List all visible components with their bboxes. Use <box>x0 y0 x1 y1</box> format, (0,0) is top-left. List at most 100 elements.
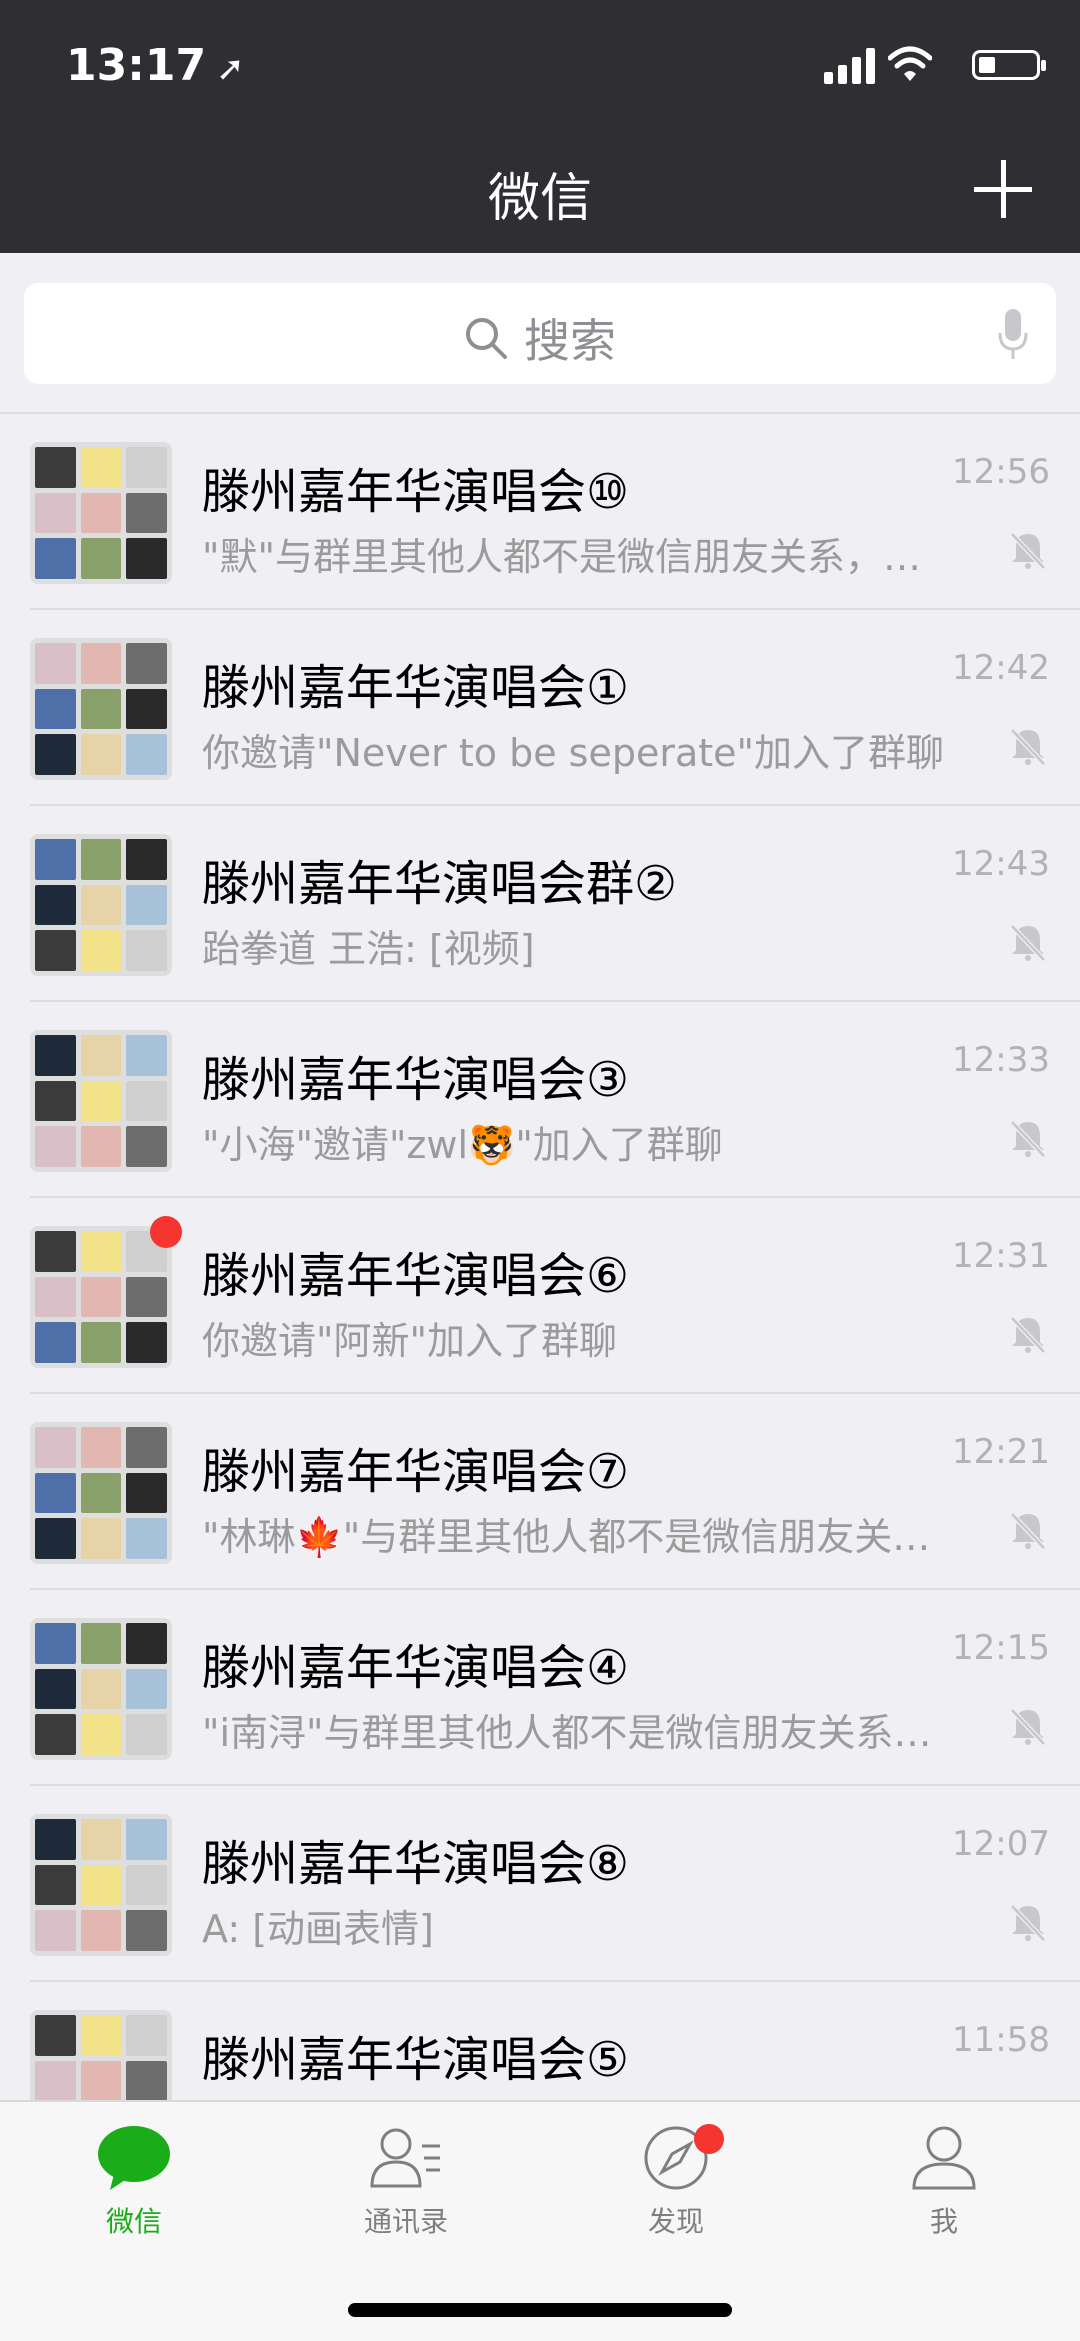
muted-bell-icon <box>1010 1512 1046 1550</box>
microphone-icon[interactable] <box>998 309 1028 361</box>
avatar-tile <box>80 1276 122 1318</box>
profile-icon <box>912 2126 976 2190</box>
tab-contacts[interactable]: 通讯录 <box>316 2124 496 2240</box>
avatar-tile <box>80 1864 122 1906</box>
chat-row[interactable]: 滕州嘉年华演唱会④ "i南浔"与群里其他人都不是微信朋友关系，请注意隐私安全 12:… <box>0 1590 1080 1786</box>
avatar-tile <box>80 1231 122 1272</box>
avatar-tile <box>126 839 167 880</box>
chat-name: 滕州嘉年华演唱会① <box>202 660 630 716</box>
avatar-tile <box>35 1231 76 1272</box>
avatar-tile <box>126 492 167 534</box>
home-indicator <box>348 2303 732 2317</box>
avatar-tile <box>35 2015 76 2056</box>
avatar-tile <box>35 538 76 579</box>
avatar-tile <box>35 1126 76 1167</box>
avatar-tile <box>35 1668 76 1710</box>
chat-name: 滕州嘉年华演唱会④ <box>202 1640 630 1696</box>
avatar-tile <box>126 1910 167 1951</box>
chat-name: 滕州嘉年华演唱会⑤ <box>202 2032 630 2088</box>
avatar-tile <box>80 2015 122 2056</box>
chat-last-message: 你邀请"阿新"加入了群聊 <box>202 1319 617 1363</box>
avatar-tile <box>80 643 122 684</box>
chat-last-message: A: [动画表情] <box>202 1907 434 1951</box>
avatar-tile <box>35 643 76 684</box>
chat-row[interactable]: 滕州嘉年华演唱会③ "小海"邀请"zwl🐯"加入了群聊 12:33 <box>0 1002 1080 1198</box>
avatar-tile <box>35 1472 76 1514</box>
chat-last-message: "林琳🍁"与群里其他人都不是微信朋友关系，请注意隐私安全 <box>202 1515 952 1559</box>
chat-name: 滕州嘉年华演唱会⑥ <box>202 1248 630 1304</box>
avatar-tile <box>35 1322 76 1363</box>
avatar-tile <box>80 1035 122 1076</box>
avatar-tile <box>35 1276 76 1318</box>
chat-time: 12:21 <box>952 1432 1050 1472</box>
avatar-tile <box>80 2060 122 2102</box>
chat-name: 滕州嘉年华演唱会⑧ <box>202 1836 630 1892</box>
avatar-tile <box>126 1864 167 1906</box>
avatar-tile <box>126 1518 167 1559</box>
status-time-text: 13:17 <box>66 40 207 91</box>
avatar-tile <box>126 447 167 488</box>
avatar-tile <box>80 1126 122 1167</box>
muted-bell-icon <box>1010 1904 1046 1942</box>
avatar-tile <box>126 2015 167 2056</box>
avatar-tile <box>80 492 122 534</box>
tab-label-chats: 微信 <box>105 2205 162 2238</box>
chat-row[interactable]: 滕州嘉年华演唱会群② 跆拳道 王浩: [视频] 12:43 <box>0 806 1080 1002</box>
muted-bell-icon <box>1010 924 1046 962</box>
avatar-tile <box>126 643 167 684</box>
avatar-tile <box>126 884 167 926</box>
chat-list: 滕州嘉年华演唱会⑩ "默"与群里其他人都不是微信朋友关系，请注意隐私安全 12:56… <box>0 414 1080 2178</box>
group-avatar <box>30 1030 172 1172</box>
chat-row[interactable]: 滕州嘉年华演唱会① 你邀请"Never to be seperate"加入了群聊 1… <box>0 610 1080 806</box>
search-placeholder: 搜索 <box>524 314 616 368</box>
search-input[interactable]: 搜索 <box>24 305 1056 371</box>
avatar-tile <box>35 839 76 880</box>
chat-last-message: 跆拳道 王浩: [视频] <box>202 927 535 971</box>
muted-bell-icon <box>1010 1120 1046 1158</box>
muted-bell-icon <box>1010 532 1046 570</box>
avatar-tile <box>80 447 122 488</box>
avatar-tile <box>80 839 122 880</box>
status-time: 13:17 ➚ <box>66 40 245 91</box>
chat-row[interactable]: 滕州嘉年华演唱会⑥ 你邀请"阿新"加入了群聊 12:31 <box>0 1198 1080 1394</box>
chat-time: 12:43 <box>952 844 1050 884</box>
location-arrow-icon: ➚ <box>216 49 245 89</box>
avatar-tile <box>80 930 122 971</box>
chat-row[interactable]: 滕州嘉年华演唱会⑧ A: [动画表情] 12:07 <box>0 1786 1080 1982</box>
avatar-tile <box>80 1714 122 1755</box>
chat-time: 12:15 <box>952 1628 1050 1668</box>
avatar-tile <box>126 1623 167 1664</box>
avatar-tile <box>35 1427 76 1468</box>
chat-name: 滕州嘉年华演唱会⑦ <box>202 1444 630 1500</box>
avatar-tile <box>80 1472 122 1514</box>
muted-bell-icon <box>1010 728 1046 766</box>
avatar-tile <box>126 1668 167 1710</box>
avatar-tile <box>80 1623 122 1664</box>
avatar-tile <box>80 734 122 775</box>
avatar-tile <box>35 734 76 775</box>
chat-last-message: 你邀请"Never to be seperate"加入了群聊 <box>202 731 945 775</box>
add-button[interactable] <box>974 160 1032 218</box>
avatar-tile <box>35 884 76 926</box>
chat-last-message: "i南浔"与群里其他人都不是微信朋友关系，请注意隐私安全 <box>202 1711 952 1755</box>
battery-icon <box>972 50 1046 80</box>
tab-me[interactable]: 我 <box>854 2124 1034 2240</box>
chat-row[interactable]: 滕州嘉年华演唱会⑩ "默"与群里其他人都不是微信朋友关系，请注意隐私安全 12:56 <box>0 414 1080 610</box>
chat-row[interactable]: 滕州嘉年华演唱会⑦ "林琳🍁"与群里其他人都不是微信朋友关系，请注意隐私安全 12:… <box>0 1394 1080 1590</box>
nav-header: 13:17 ➚ 微信 <box>0 0 1080 253</box>
avatar-tile <box>35 447 76 488</box>
avatar-tile <box>35 1714 76 1755</box>
avatar-tile <box>35 1518 76 1559</box>
tab-chats[interactable]: 微信 <box>44 2124 224 2240</box>
chat-time: 11:58 <box>952 2020 1050 2060</box>
group-avatar <box>30 1814 172 1956</box>
avatar-tile <box>126 734 167 775</box>
avatar-tile <box>126 688 167 730</box>
tab-discover[interactable]: 发现 <box>586 2124 766 2240</box>
avatar-tile <box>126 1322 167 1363</box>
chat-time: 12:33 <box>952 1040 1050 1080</box>
wifi-icon <box>888 46 932 81</box>
avatar-tile <box>80 1668 122 1710</box>
avatar-tile <box>126 1472 167 1514</box>
search-bar[interactable]: 搜索 <box>24 283 1056 384</box>
